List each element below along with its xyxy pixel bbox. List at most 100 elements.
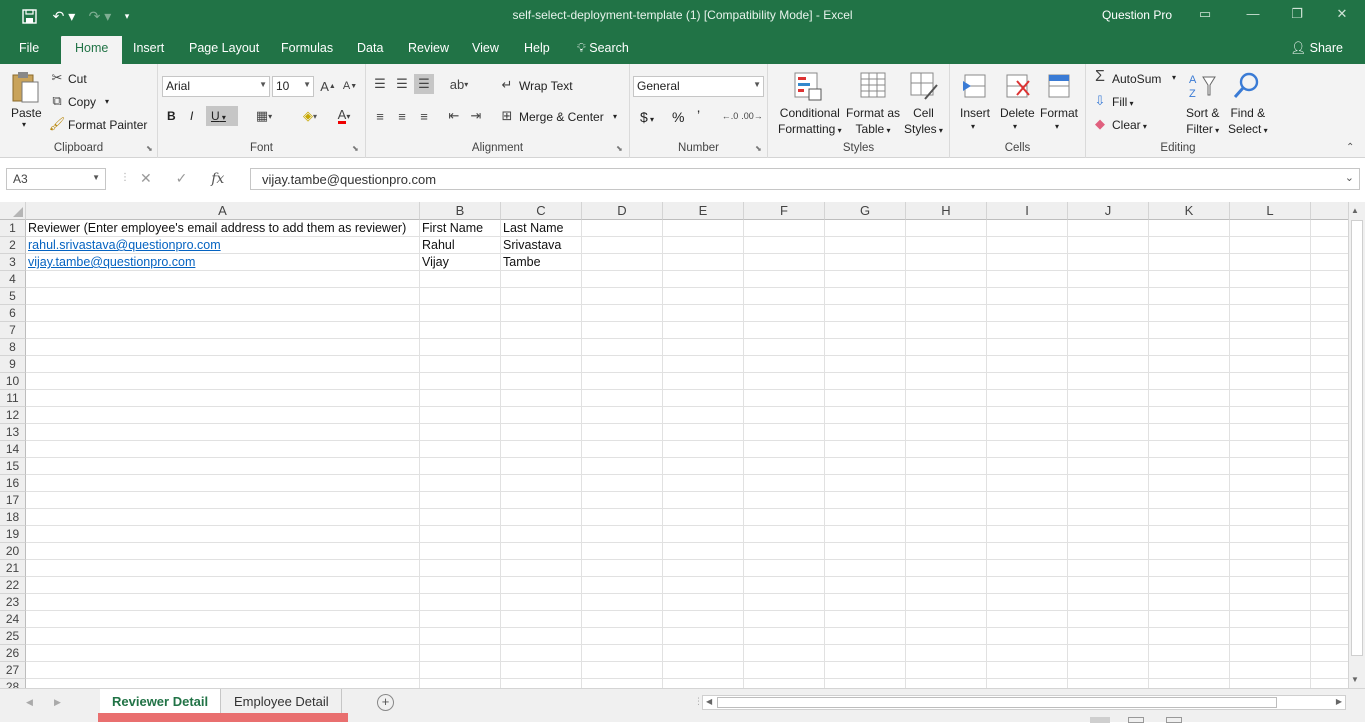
format-cells-button[interactable]: Format [1040, 106, 1078, 120]
horizontal-scrollbar[interactable]: ◀ ▶ [702, 695, 1346, 710]
grid-cell[interactable] [987, 543, 1068, 560]
row-header-2[interactable]: 2 [0, 237, 26, 254]
grid-cell[interactable] [420, 475, 501, 492]
row-header-22[interactable]: 22 [0, 577, 26, 594]
grid-cell[interactable] [744, 288, 825, 305]
grid-cell[interactable] [987, 220, 1068, 237]
grid-cell[interactable] [906, 458, 987, 475]
grid-cell[interactable] [420, 356, 501, 373]
grid-cell[interactable] [1068, 543, 1149, 560]
grid-cell[interactable] [663, 577, 744, 594]
grid-cell[interactable] [1230, 424, 1311, 441]
grid-cell[interactable] [1230, 560, 1311, 577]
grid-cell[interactable] [744, 441, 825, 458]
grid-cell[interactable] [1230, 458, 1311, 475]
grid-cell[interactable] [987, 594, 1068, 611]
grid-cell[interactable] [906, 390, 987, 407]
grid-cell[interactable] [825, 373, 906, 390]
column-header-b[interactable]: B [420, 202, 501, 220]
scroll-down-icon[interactable]: ▼ [1351, 675, 1359, 684]
grid-cell[interactable] [1149, 441, 1230, 458]
grid-cell[interactable] [825, 339, 906, 356]
grid-cell[interactable] [1149, 390, 1230, 407]
cell-b2[interactable]: Rahul [420, 237, 501, 254]
next-sheet-icon[interactable]: ▶ [54, 697, 61, 708]
column-header-g[interactable]: G [825, 202, 906, 220]
align-bottom-icon[interactable]: ☰ [414, 74, 434, 94]
row-header-18[interactable]: 18 [0, 509, 26, 526]
grid-cell[interactable] [1149, 662, 1230, 679]
grid-cell[interactable] [744, 407, 825, 424]
grid-cell[interactable] [26, 424, 420, 441]
decrease-indent-icon[interactable]: ⇤ [446, 108, 462, 124]
grid-cell[interactable] [582, 407, 663, 424]
collapse-ribbon-icon[interactable]: ⌃ [1346, 142, 1354, 153]
grid-cell[interactable] [987, 611, 1068, 628]
confirm-entry-icon[interactable]: ✓ [176, 170, 188, 186]
grid-cell[interactable] [26, 475, 420, 492]
grid-cell[interactable] [1149, 526, 1230, 543]
grid-cell[interactable] [987, 356, 1068, 373]
grid-cell[interactable] [501, 458, 582, 475]
grid-cell[interactable] [1068, 526, 1149, 543]
grid-cell[interactable] [26, 543, 420, 560]
grid-cell[interactable] [420, 339, 501, 356]
new-sheet-icon[interactable]: + [377, 694, 394, 711]
grid-cell[interactable] [744, 526, 825, 543]
grid-cell[interactable] [744, 577, 825, 594]
grid-cell[interactable] [1311, 577, 1348, 594]
font-size-select[interactable]: 10 ▼ [272, 76, 314, 97]
tab-review[interactable]: Review [408, 41, 449, 55]
grid-cell[interactable] [663, 373, 744, 390]
grid-cell[interactable] [1149, 645, 1230, 662]
grid-cell[interactable] [744, 254, 825, 271]
paste-icon[interactable] [9, 70, 41, 104]
row-header-19[interactable]: 19 [0, 526, 26, 543]
select-all-corner[interactable] [0, 202, 26, 220]
row-header-25[interactable]: 25 [0, 628, 26, 645]
orientation-icon[interactable]: ab ▾ [446, 76, 472, 92]
grid-cell[interactable] [501, 526, 582, 543]
cell-b1[interactable]: First Name [420, 220, 501, 237]
grid-cell[interactable] [663, 458, 744, 475]
grid-cell[interactable] [420, 322, 501, 339]
grid-cell[interactable] [987, 288, 1068, 305]
grid-cell[interactable] [744, 509, 825, 526]
row-header-21[interactable]: 21 [0, 560, 26, 577]
grid-cell[interactable] [26, 594, 420, 611]
grid-cell[interactable] [1311, 458, 1348, 475]
grid-cell[interactable] [501, 645, 582, 662]
grid-cell[interactable] [26, 288, 420, 305]
grid-cell[interactable] [1149, 628, 1230, 645]
grid-cell[interactable] [1068, 288, 1149, 305]
grid-cell[interactable] [1068, 254, 1149, 271]
delete-dropdown-icon[interactable]: ▾ [1013, 122, 1017, 131]
grid-cell[interactable] [1230, 594, 1311, 611]
align-center-icon[interactable]: ≡ [394, 108, 410, 124]
grid-cell[interactable] [663, 220, 744, 237]
autosum-button[interactable]: AutoSum [1112, 72, 1161, 86]
conditional-formatting-button[interactable]: Conditional Formatting ▾ [778, 106, 842, 136]
grid-cell[interactable] [744, 390, 825, 407]
grid-cell[interactable] [1068, 560, 1149, 577]
increase-indent-icon[interactable]: ⇥ [468, 108, 484, 124]
alignment-launcher-icon[interactable]: ⬊ [616, 144, 623, 153]
grid-cell[interactable] [987, 509, 1068, 526]
grid-cell[interactable] [1311, 424, 1348, 441]
grid-cell[interactable] [26, 373, 420, 390]
horizontal-scroll-thumb[interactable] [717, 697, 1277, 708]
comma-style-button[interactable]: ’ [697, 107, 700, 123]
tab-help[interactable]: Help [524, 41, 550, 55]
grid-cell[interactable] [26, 526, 420, 543]
grid-cell[interactable] [744, 356, 825, 373]
grid-cell[interactable] [1149, 322, 1230, 339]
grid-cell[interactable] [825, 543, 906, 560]
grid-cell[interactable] [1311, 611, 1348, 628]
grid-cell[interactable] [825, 594, 906, 611]
fill-button[interactable]: Fill ▾ [1112, 95, 1134, 109]
grid-cell[interactable] [1311, 662, 1348, 679]
grid-cell[interactable] [1311, 560, 1348, 577]
grid-cell[interactable] [987, 577, 1068, 594]
grid-cell[interactable] [582, 611, 663, 628]
grid-cell[interactable] [582, 220, 663, 237]
